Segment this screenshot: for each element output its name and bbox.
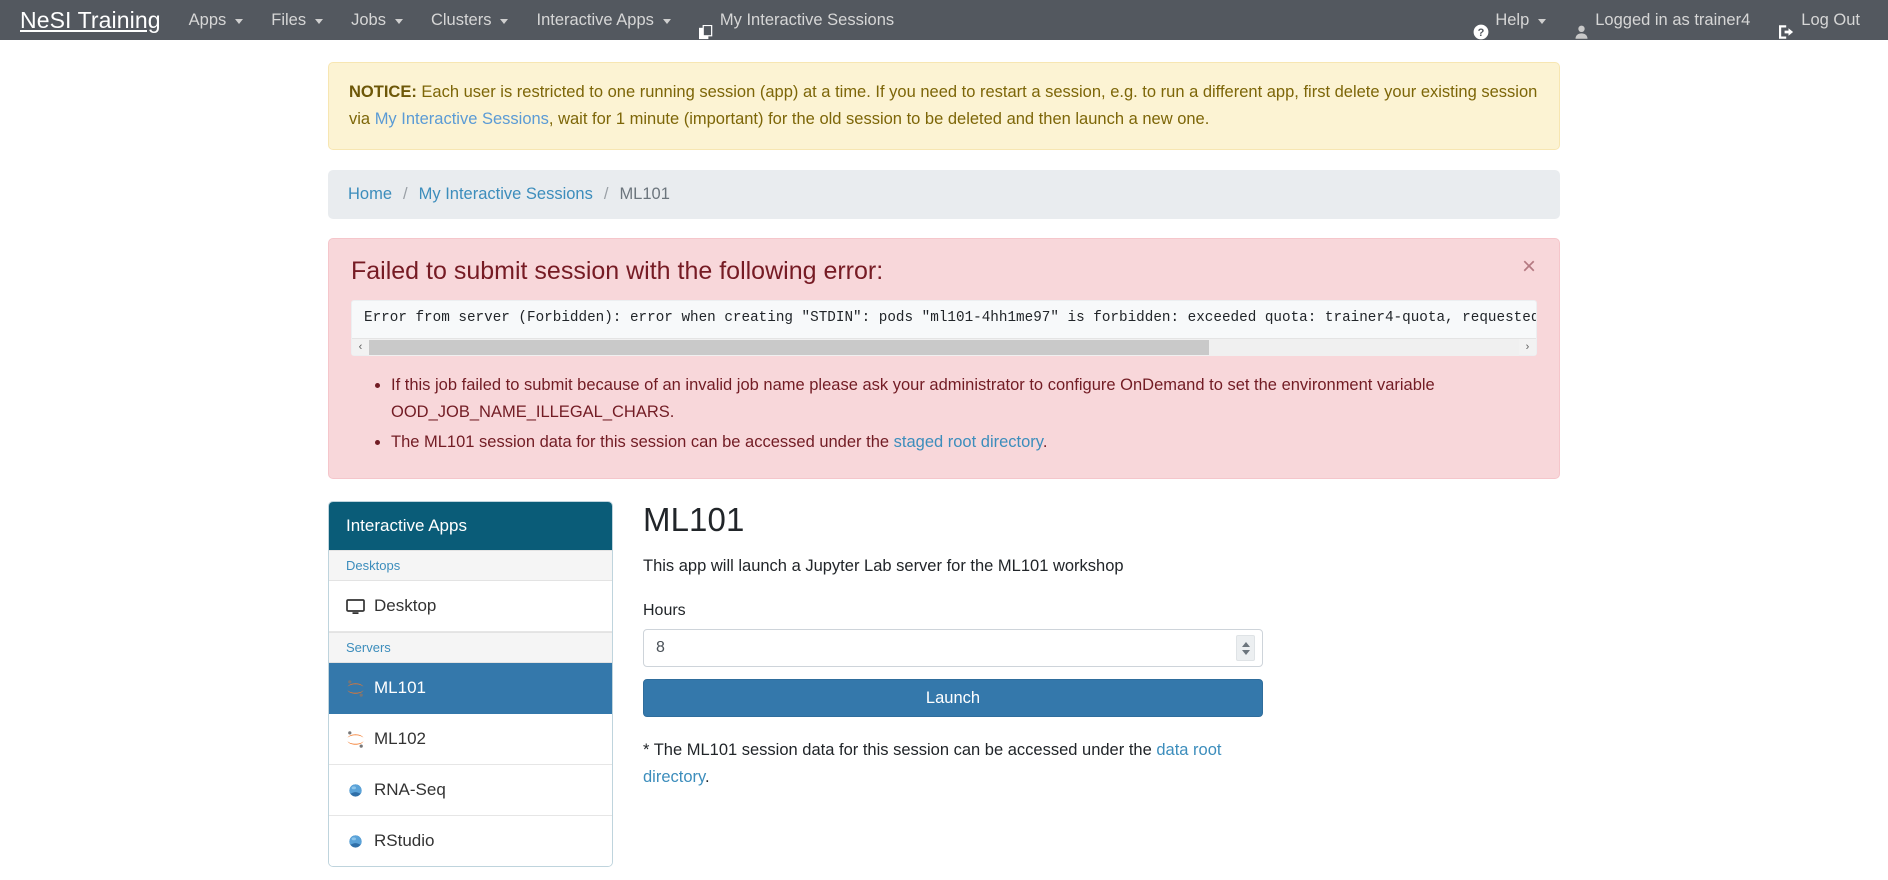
nav-item-help-label: Help <box>1495 11 1530 29</box>
sphere-icon <box>346 781 365 800</box>
content-row: Interactive Apps Desktops Desktop Server… <box>328 501 1560 868</box>
page-container: NOTICE: Each user is restricted to one r… <box>328 62 1560 868</box>
nav-item-jobs-label: Jobs <box>351 11 386 29</box>
sidebar-header: Interactive Apps <box>329 502 612 551</box>
notice-link-my-interactive-sessions[interactable]: My Interactive Sessions <box>375 110 549 128</box>
notice-prefix: NOTICE: <box>349 83 417 101</box>
breadcrumb: Home / My Interactive Sessions / ML101 <box>328 170 1560 220</box>
error-code-block: Error from server (Forbidden): error whe… <box>351 300 1537 357</box>
nav-item-help[interactable]: ? Help <box>1459 0 1560 40</box>
sidebar-item-rstudio[interactable]: RStudio <box>329 816 612 867</box>
page-title: ML101 <box>643 501 745 539</box>
notice-text-part-2: , wait for 1 minute (important) for the … <box>548 109 1210 128</box>
error-hint-link-staged-root-directory[interactable]: staged root directory <box>894 433 1043 451</box>
breadcrumb-separator: / <box>603 185 609 204</box>
error-hint-1-text: If this job failed to submit because of … <box>391 376 1435 422</box>
sidebar-item-ml101-label: ML101 <box>374 678 426 698</box>
breadcrumb-item-my-interactive-sessions[interactable]: My Interactive Sessions <box>419 185 593 204</box>
nav-item-my-interactive-sessions-label: My Interactive Sessions <box>719 11 895 29</box>
jupyter-icon <box>346 730 365 749</box>
nav-item-files-label: Files <box>271 11 307 29</box>
sidebar-item-ml102[interactable]: ML102 <box>329 714 612 766</box>
nav-item-logged-in-user-label: Logged in as trainer4 <box>1595 11 1751 29</box>
sidebar-group-label-desktops: Desktops <box>329 550 612 582</box>
user-icon <box>1574 15 1589 39</box>
chevron-down-icon <box>1538 18 1547 24</box>
hours-input[interactable]: 8 <box>643 629 1263 668</box>
hours-field-label: Hours <box>643 602 686 620</box>
breadcrumb-item-current: ML101 <box>619 185 670 204</box>
list-item: The ML101 session data for this session … <box>391 429 1537 456</box>
chevron-down-icon <box>235 18 244 24</box>
app-description: This app will launch a Jupyter Lab serve… <box>643 557 1124 576</box>
question-circle-icon: ? <box>1473 15 1489 40</box>
nav-item-apps[interactable]: Apps <box>175 0 258 40</box>
hours-input-value: 8 <box>656 639 665 657</box>
sidebar-item-rna-seq[interactable]: RNA-Seq <box>329 765 612 817</box>
sidebar-item-desktop[interactable]: Desktop <box>329 581 612 633</box>
nav-item-interactive-apps-label: Interactive Apps <box>536 11 654 29</box>
sidebar-group-label-servers: Servers <box>329 632 612 664</box>
breadcrumb-item-home[interactable]: Home <box>348 185 392 204</box>
error-hint-list: If this job failed to submit because of … <box>351 372 1537 455</box>
footnote-text-part-2: . <box>705 768 710 787</box>
navbar-right-group: ? Help Logged in as trainer4 Log Out <box>1459 0 1874 40</box>
scrollbar-thumb[interactable] <box>369 339 1209 355</box>
nav-item-log-out[interactable]: Log Out <box>1764 0 1874 40</box>
nav-item-my-interactive-sessions[interactable]: My Interactive Sessions <box>685 0 908 40</box>
scroll-left-arrow-icon[interactable]: ‹ <box>352 339 369 356</box>
nav-item-log-out-label: Log Out <box>1801 11 1860 29</box>
error-code-horizontal-scrollbar[interactable]: ‹ › <box>352 338 1536 356</box>
chevron-down-icon <box>500 18 509 24</box>
nav-item-files[interactable]: Files <box>257 0 337 40</box>
launch-button[interactable]: Launch <box>643 679 1263 718</box>
scroll-right-arrow-icon[interactable]: › <box>1519 339 1536 356</box>
nav-item-clusters[interactable]: Clusters <box>417 0 523 40</box>
stepper-down-icon[interactable] <box>1241 649 1250 655</box>
nav-item-apps-label: Apps <box>188 11 227 29</box>
interactive-apps-sidebar: Interactive Apps Desktops Desktop Server… <box>328 501 613 868</box>
svg-text:?: ? <box>1478 27 1485 39</box>
chevron-down-icon <box>662 18 671 24</box>
windows-stack-icon <box>698 15 714 39</box>
error-hint-2-text-part-1: The ML101 session data for this session … <box>391 432 894 451</box>
stepper-up-icon[interactable] <box>1241 641 1250 647</box>
nav-item-interactive-apps[interactable]: Interactive Apps <box>522 0 684 40</box>
error-alert: × Failed to submit session with the foll… <box>328 238 1560 480</box>
jupyter-icon <box>346 679 365 698</box>
breadcrumb-separator: / <box>403 185 408 204</box>
logout-icon <box>1778 15 1795 39</box>
nav-item-jobs[interactable]: Jobs <box>337 0 417 40</box>
top-navbar: NeSI Training Apps Files Jobs Clusters I… <box>0 0 1888 40</box>
close-icon[interactable]: × <box>1517 253 1541 281</box>
notice-banner: NOTICE: Each user is restricted to one r… <box>328 62 1560 151</box>
error-hint-2-text-part-2: . <box>1042 432 1048 451</box>
quantity-stepper[interactable] <box>1236 635 1255 662</box>
error-alert-title: Failed to submit session with the follow… <box>351 257 884 286</box>
chevron-down-icon <box>315 18 324 24</box>
nav-item-logged-in-user[interactable]: Logged in as trainer4 <box>1560 0 1764 40</box>
error-code-text: Error from server (Forbidden): error whe… <box>364 310 1536 327</box>
sphere-icon <box>346 832 365 851</box>
scrollbar-track[interactable] <box>369 338 1519 356</box>
chevron-down-icon <box>394 18 403 24</box>
list-item: If this job failed to submit because of … <box>391 372 1537 425</box>
sidebar-item-ml102-label: ML102 <box>374 729 426 749</box>
nav-item-clusters-label: Clusters <box>430 11 492 29</box>
footnote-text-part-1: * The ML101 session data for this sessio… <box>643 741 1157 760</box>
sidebar-item-rstudio-label: RStudio <box>374 831 435 851</box>
brand-logo[interactable]: NeSI Training <box>10 7 175 34</box>
sidebar-item-ml101[interactable]: ML101 <box>329 663 612 715</box>
sidebar-item-desktop-label: Desktop <box>374 596 437 616</box>
app-form-panel: ML101 This app will launch a Jupyter Lab… <box>613 501 1560 807</box>
sidebar-item-rna-seq-label: RNA-Seq <box>374 780 446 800</box>
data-root-footnote: * The ML101 session data for this sessio… <box>643 737 1263 790</box>
desktop-monitor-icon <box>346 597 365 616</box>
